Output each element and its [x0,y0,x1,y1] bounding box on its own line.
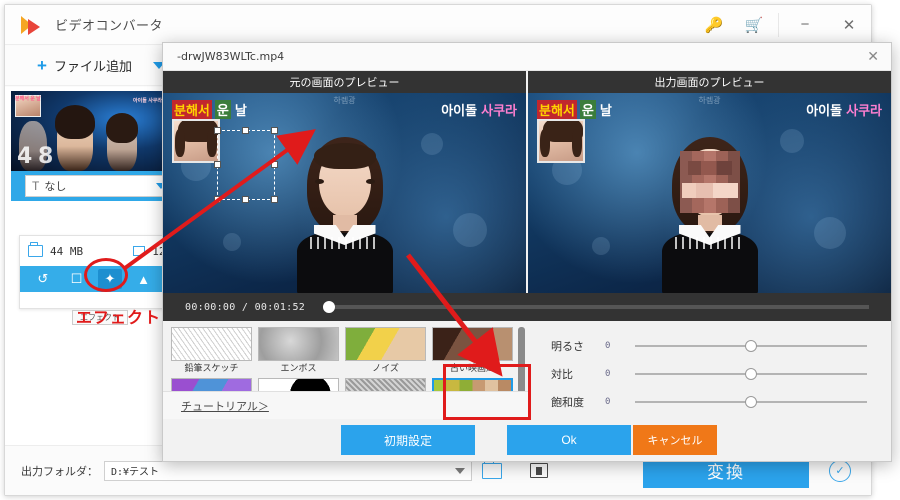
screenshot-root: ビデオコンバータ 🔑 🛒 − ✕ + ファイル追加 분해서 운 날 아이돌 사쿠… [0,0,900,500]
annotation-arrow-to-preview [123,129,316,270]
annotation-arrow-to-mosaic [406,253,503,377]
annotation-layer [123,129,503,377]
